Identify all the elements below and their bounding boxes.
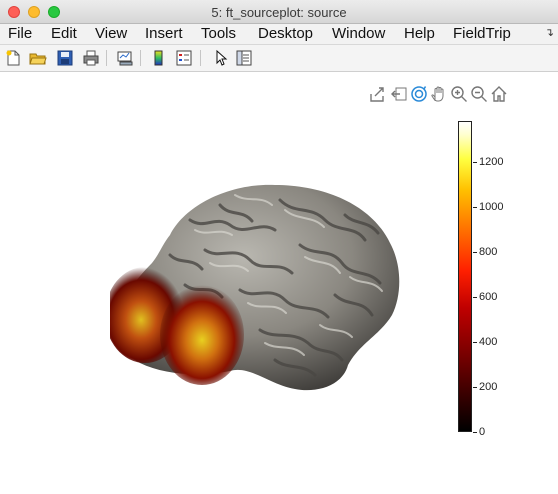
colorbar-tick	[473, 432, 477, 433]
figure-toolbar	[0, 45, 558, 72]
double-chevron-icon[interactable]: ↴	[545, 26, 554, 39]
colorbar-tick	[473, 342, 477, 343]
colorbar-tick-label: 600	[479, 291, 498, 303]
brain-surface-plot[interactable]	[105, 165, 410, 395]
colorbar-tick-label: 0	[479, 426, 486, 438]
new-figure-icon[interactable]	[4, 49, 22, 67]
brush-icon[interactable]	[390, 85, 408, 103]
insert-colorbar-icon[interactable]	[150, 49, 168, 67]
colorbar[interactable]	[458, 121, 472, 432]
edit-plot-icon[interactable]	[211, 49, 229, 67]
colorbar-tick	[473, 207, 477, 208]
menu-fieldtrip[interactable]: FieldTrip	[453, 25, 511, 42]
window-title: 5: ft_sourceplot: source	[211, 5, 347, 20]
open-file-icon[interactable]	[29, 49, 47, 67]
title-bar: 5: ft_sourceplot: source	[0, 0, 558, 24]
activation-blob-temporal	[160, 285, 244, 385]
toolbar-separator	[200, 50, 201, 66]
zoom-out-icon[interactable]	[470, 85, 488, 103]
menu-tools[interactable]: Tools	[201, 25, 236, 42]
save-icon[interactable]	[56, 49, 74, 67]
colorbar-tick-label: 1000	[479, 201, 504, 213]
colorbar-tick	[473, 252, 477, 253]
colorbar-tick-label: 200	[479, 381, 498, 393]
link-plot-icon[interactable]	[116, 49, 134, 67]
menu-file[interactable]: File	[8, 25, 32, 42]
pan-icon[interactable]	[430, 85, 448, 103]
menu-view[interactable]: View	[95, 25, 127, 42]
colorbar-tick-label: 400	[479, 336, 498, 348]
print-icon[interactable]	[82, 49, 100, 67]
menu-help[interactable]: Help	[404, 25, 435, 42]
rotate-3d-icon[interactable]	[410, 85, 428, 103]
colorbar-tick-label: 1200	[479, 156, 504, 168]
property-inspector-icon[interactable]	[235, 49, 253, 67]
menu-insert[interactable]: Insert	[145, 25, 183, 42]
toolbar-separator	[140, 50, 141, 66]
menu-edit[interactable]: Edit	[51, 25, 77, 42]
zoom-in-icon[interactable]	[450, 85, 468, 103]
toolbar-separator	[106, 50, 107, 66]
colorbar-tick-label: 800	[479, 246, 498, 258]
colorbar-tick	[473, 387, 477, 388]
menu-window[interactable]: Window	[332, 25, 385, 42]
insert-legend-icon[interactable]	[175, 49, 193, 67]
colorbar-tick	[473, 162, 477, 163]
menu-bar: File Edit View Insert Tools Desktop Wind…	[0, 24, 558, 45]
export-icon[interactable]	[369, 85, 387, 103]
colorbar-tick	[473, 297, 477, 298]
menu-desktop[interactable]: Desktop	[258, 25, 313, 42]
home-icon[interactable]	[490, 85, 508, 103]
